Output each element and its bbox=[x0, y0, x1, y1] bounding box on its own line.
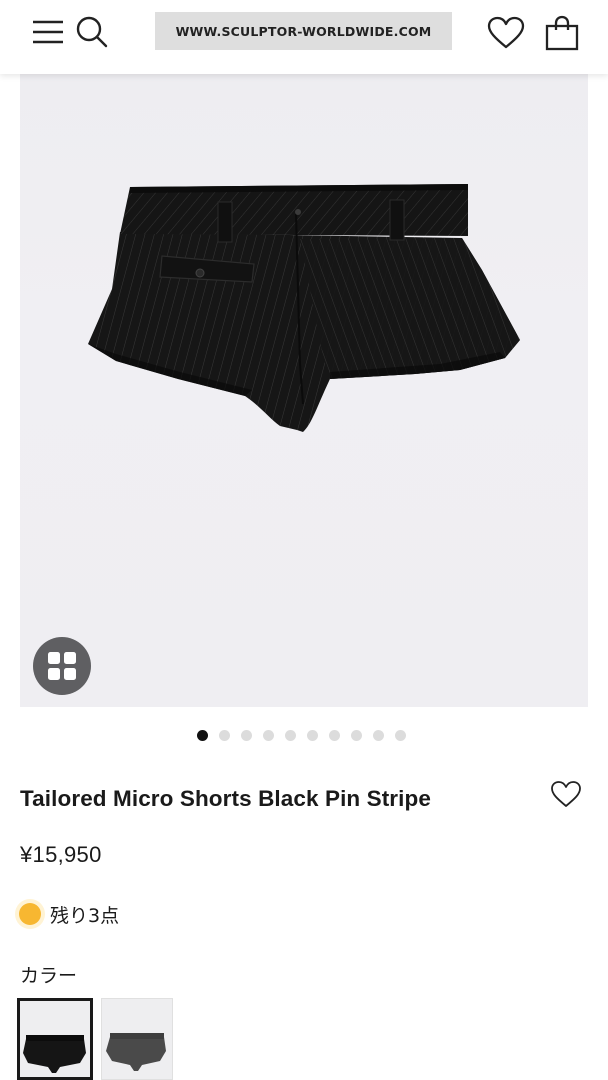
pagination-dot[interactable] bbox=[219, 729, 230, 741]
stock-text: 残り3点 bbox=[50, 904, 120, 927]
product-main-image[interactable] bbox=[20, 74, 588, 707]
pagination-dot[interactable] bbox=[307, 729, 318, 741]
menu-icon bbox=[33, 20, 63, 44]
heart-icon bbox=[487, 16, 525, 49]
shopping-bag-icon bbox=[545, 15, 579, 51]
swatch-thumbnail bbox=[23, 1035, 86, 1073]
menu-button[interactable] bbox=[28, 14, 68, 50]
stock-status: 残り3点 bbox=[17, 899, 119, 929]
pagination-dot[interactable] bbox=[329, 729, 340, 741]
pagination-dot[interactable] bbox=[373, 729, 384, 741]
site-logo[interactable]: WWW.SCULPTOR-WORLDWIDE.COM bbox=[155, 12, 452, 50]
search-button[interactable] bbox=[72, 13, 112, 51]
product-title: Tailored Micro Shorts Black Pin Stripe bbox=[20, 786, 431, 811]
swatch-thumbnail bbox=[106, 1033, 166, 1071]
product-price: ¥15,950 bbox=[20, 842, 102, 867]
gallery-grid-button[interactable] bbox=[33, 637, 91, 695]
grid-icon bbox=[48, 652, 76, 680]
cart-button[interactable] bbox=[540, 12, 584, 54]
color-swatch-black[interactable] bbox=[17, 998, 93, 1080]
color-label: カラー bbox=[20, 965, 78, 987]
pagination-dot[interactable] bbox=[285, 729, 296, 741]
color-swatch-gray[interactable] bbox=[101, 998, 173, 1080]
favorite-button[interactable] bbox=[550, 780, 586, 812]
stock-indicator-dot bbox=[19, 903, 41, 925]
search-icon bbox=[76, 16, 108, 48]
site-header: WWW.SCULPTOR-WORLDWIDE.COM bbox=[0, 0, 608, 74]
heart-icon bbox=[551, 781, 581, 807]
shorts-photo bbox=[88, 184, 520, 432]
pagination-dot[interactable] bbox=[197, 729, 208, 741]
pagination-dot[interactable] bbox=[263, 729, 274, 741]
wishlist-button[interactable] bbox=[484, 13, 528, 53]
image-pagination bbox=[197, 729, 406, 741]
pagination-dot[interactable] bbox=[395, 729, 406, 741]
pagination-dot[interactable] bbox=[351, 729, 362, 741]
pagination-dot[interactable] bbox=[241, 729, 252, 741]
